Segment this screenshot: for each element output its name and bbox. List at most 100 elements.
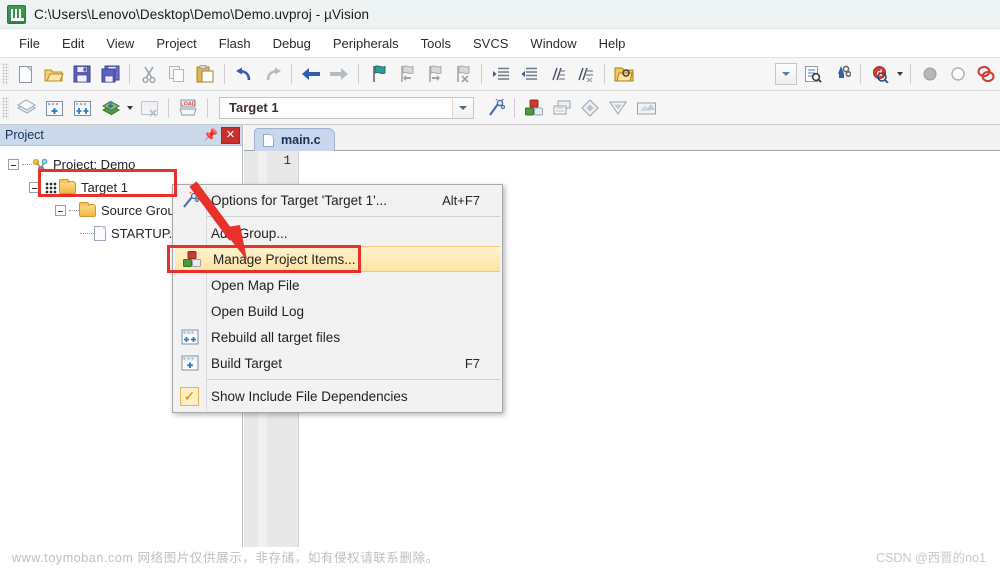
context-menu-item-label: Show Include File Dependencies (211, 388, 408, 404)
target-selector[interactable]: Target 1 (219, 96, 474, 119)
translate-icon[interactable] (13, 95, 39, 121)
window-title: C:\Users\Lenovo\Desktop\Demo\Demo.uvproj… (34, 6, 370, 22)
target-options-icon[interactable] (482, 95, 508, 121)
paste-icon[interactable] (192, 61, 218, 87)
context-menu-item-open-map-file[interactable]: Open Map File (173, 272, 502, 298)
rebuild-all-icon[interactable] (69, 95, 95, 121)
bookmark-next-icon[interactable] (421, 61, 447, 87)
open-file-icon[interactable] (41, 61, 67, 87)
toolbar-separator (129, 64, 130, 84)
context-menu-item-rebuild-all-target-files[interactable]: Rebuild all target files (173, 324, 502, 350)
editor-tab-label: main.c (281, 133, 321, 147)
stop-build-icon[interactable] (136, 95, 162, 121)
debug-start-icon[interactable]: d (867, 61, 893, 87)
comment-icon[interactable] (544, 61, 570, 87)
pin-icon[interactable]: 📌 (202, 127, 219, 144)
menu-flash[interactable]: Flash (208, 33, 262, 54)
menu-tools[interactable]: Tools (410, 33, 462, 54)
chevron-down-icon[interactable] (452, 97, 473, 118)
build-icon (173, 355, 206, 371)
save-all-icon[interactable] (97, 61, 123, 87)
editor-tab-main-c[interactable]: main.c (254, 128, 335, 151)
editor-tabstrip: main.c (244, 125, 1000, 151)
navigate-back-icon[interactable] (298, 61, 324, 87)
context-menu-item-label: Manage Project Items... (213, 251, 356, 267)
menu-project[interactable]: Project (145, 33, 207, 54)
context-menu-item-open-build-log[interactable]: Open Build Log (173, 298, 502, 324)
tree-connector (69, 210, 79, 211)
tree-node-label: Project: Demo (53, 157, 136, 172)
context-menu-item-manage-project-items[interactable]: Manage Project Items... (175, 246, 500, 272)
build-icon[interactable] (41, 95, 67, 121)
context-menu-item-label: Rebuild all target files (211, 329, 341, 345)
redo-icon[interactable] (259, 61, 285, 87)
tree-connector (80, 233, 94, 234)
cut-icon[interactable] (136, 61, 162, 87)
menu-help[interactable]: Help (588, 33, 637, 54)
rtx-viewer-icon[interactable] (633, 95, 659, 121)
record-icon[interactable] (917, 61, 943, 87)
target-context-menu: Options for Target 'Target 1'... Alt+F7 … (172, 184, 503, 413)
toolbar-separator (514, 97, 515, 118)
folder-icon (79, 202, 96, 217)
find-combo-arrow[interactable] (775, 63, 797, 85)
watermark-left: www.toymoban.com 网络图片仅供展示，非存储，如有侵权请联系删除。 (12, 551, 439, 565)
menu-view[interactable]: View (95, 33, 145, 54)
context-menu-item-build-target[interactable]: Build Target F7 (173, 350, 502, 376)
expander-toggle[interactable] (8, 159, 19, 170)
outdent-icon[interactable] (516, 61, 542, 87)
close-icon[interactable]: ✕ (221, 126, 240, 144)
toolbar-separator (910, 64, 911, 84)
menu-edit[interactable]: Edit (51, 33, 95, 54)
find-in-files-icon[interactable] (800, 61, 826, 87)
menu-window[interactable]: Window (519, 33, 587, 54)
pack-installer-icon[interactable] (577, 95, 603, 121)
copy-icon[interactable] (164, 61, 190, 87)
stop-icon[interactable] (945, 61, 971, 87)
menu-peripherals[interactable]: Peripherals (322, 33, 410, 54)
expander-toggle[interactable] (29, 182, 40, 193)
uvision-window: C:\Users\Lenovo\Desktop\Demo\Demo.uvproj… (0, 0, 1000, 573)
toolbar-grip[interactable] (2, 63, 9, 85)
menu-file[interactable]: File (8, 33, 51, 54)
indent-icon[interactable] (488, 61, 514, 87)
context-menu-item-options-for-target[interactable]: Options for Target 'Target 1'... Alt+F7 (173, 187, 502, 213)
context-menu-item-label: Options for Target 'Target 1'... (211, 192, 387, 208)
menu-svcs[interactable]: SVCS (462, 33, 519, 54)
configure-icon[interactable] (828, 61, 854, 87)
open-folder-icon[interactable] (611, 61, 637, 87)
manage-multi-project-icon[interactable] (549, 95, 575, 121)
bookmark-prev-icon[interactable] (393, 61, 419, 87)
expander-toggle[interactable] (55, 205, 66, 216)
context-menu-item-add-group[interactable]: Add Group... (173, 220, 502, 246)
menu-debug[interactable]: Debug (262, 33, 322, 54)
download-icon[interactable]: LOAD (175, 95, 201, 121)
navigate-forward-icon[interactable] (326, 61, 352, 87)
toolbar-separator (358, 64, 359, 84)
checkmark-icon: ✓ (173, 386, 206, 406)
uncomment-icon[interactable] (572, 61, 598, 87)
menu-bar: File Edit View Project Flash Debug Perip… (0, 29, 1000, 58)
save-icon[interactable] (69, 61, 95, 87)
context-menu-item-label: Add Group... (211, 225, 288, 241)
new-file-icon[interactable] (13, 61, 39, 87)
breakpoint-icon[interactable] (973, 61, 999, 87)
context-menu-item-show-include-file-dependencies[interactable]: ✓ Show Include File Dependencies (173, 383, 502, 409)
batch-build-icon[interactable] (97, 95, 123, 121)
manage-project-items-icon[interactable] (521, 95, 547, 121)
toolbar-separator (224, 64, 225, 84)
tree-node-project[interactable]: Project: Demo (0, 153, 242, 176)
toolbar-separator (860, 64, 861, 84)
toolbar-separator (168, 97, 169, 118)
toolbar-grip[interactable] (2, 96, 9, 119)
bookmark-clear-icon[interactable] (449, 61, 475, 87)
batch-build-caret[interactable] (124, 95, 135, 121)
svg-text:LOAD: LOAD (180, 101, 196, 107)
debug-dropdown-caret[interactable] (894, 61, 905, 87)
context-menu-separator (207, 379, 500, 380)
toolbar-separator (604, 64, 605, 84)
tree-node-label: Target 1 (81, 180, 128, 195)
run-to-cursor-icon[interactable] (605, 95, 631, 121)
undo-icon[interactable] (231, 61, 257, 87)
bookmark-toggle-icon[interactable] (365, 61, 391, 87)
